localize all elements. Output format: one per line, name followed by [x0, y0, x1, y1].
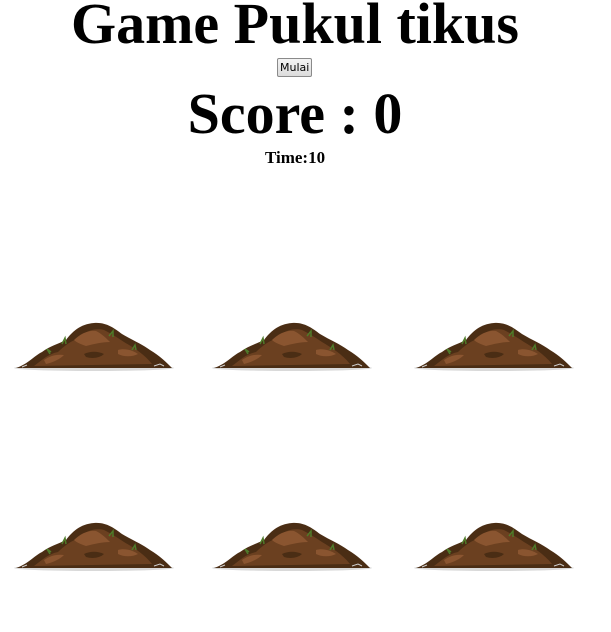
hole-mound[interactable] — [14, 320, 174, 372]
score-value: 0 — [373, 81, 403, 146]
hole-mound[interactable] — [14, 520, 174, 572]
game-title: Game Pukul tikus — [71, 0, 519, 56]
time-label: Time: — [264, 148, 309, 167]
time-display: Time:10 — [0, 148, 590, 168]
score-label: Score : — [187, 81, 359, 146]
time-value: 10 — [308, 148, 326, 167]
hole-mound[interactable] — [212, 520, 372, 572]
hole-mound[interactable] — [414, 320, 574, 372]
dirt-mound-icon — [414, 322, 574, 371]
hole-mound[interactable] — [414, 520, 574, 572]
dirt-mound-icon — [212, 322, 372, 371]
score-display: Score : 0 — [0, 82, 590, 146]
dirt-mound-icon — [212, 522, 372, 571]
hole-mound[interactable] — [212, 320, 372, 372]
dirt-mound-icon — [14, 522, 174, 571]
dirt-mound-icon — [414, 522, 574, 571]
dirt-mound-icon — [14, 322, 174, 371]
start-button[interactable]: Mulai — [277, 58, 313, 77]
